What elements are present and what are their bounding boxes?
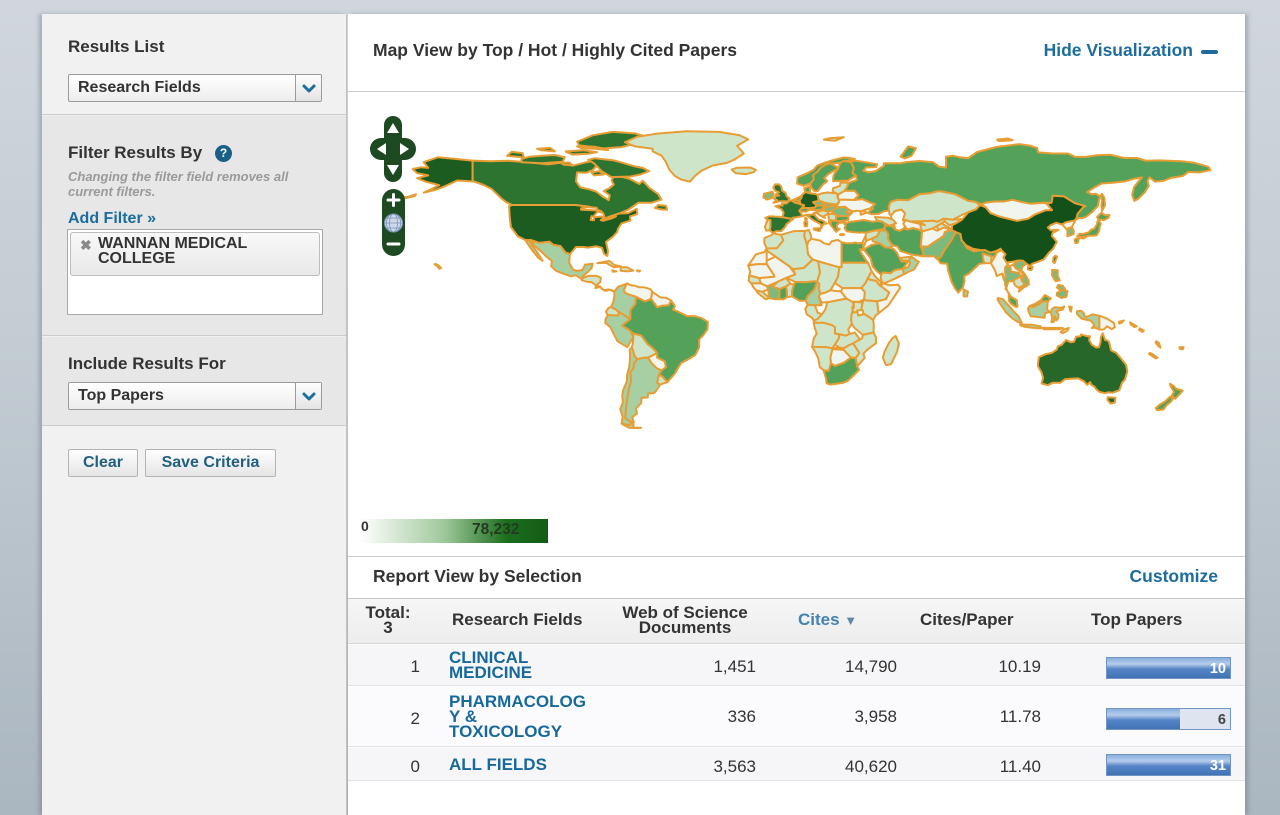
svg-text:78,232: 78,232 bbox=[472, 521, 519, 538]
svg-text:0: 0 bbox=[361, 518, 369, 534]
